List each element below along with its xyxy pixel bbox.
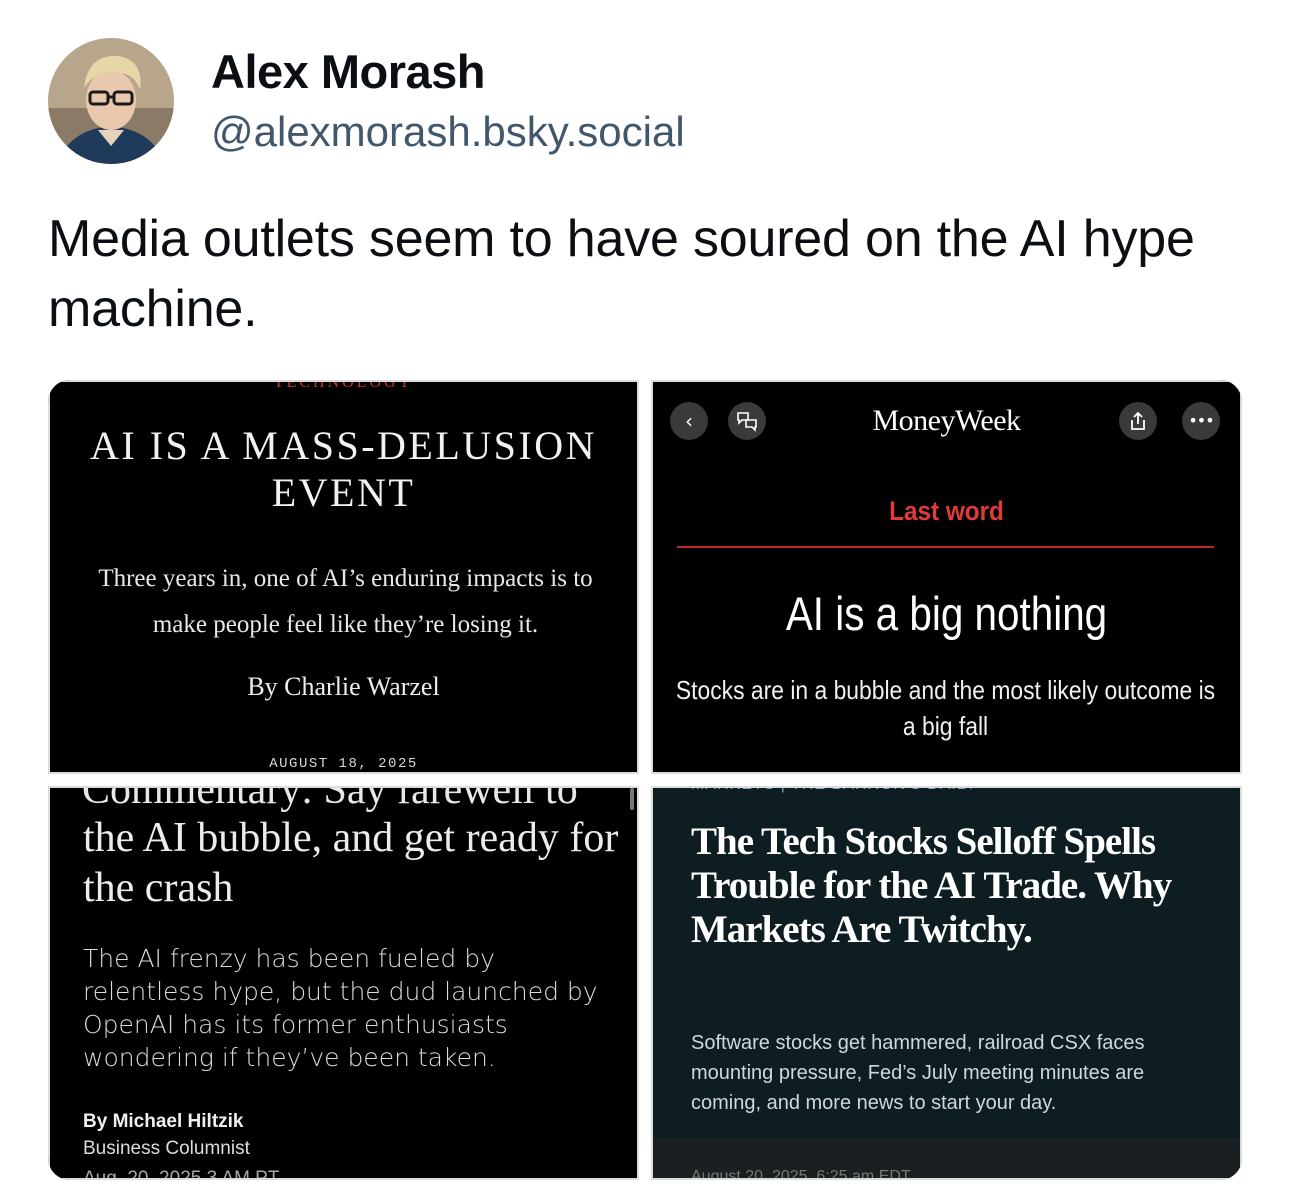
image-moneyweek-article[interactable]: ‹ MoneyWeek ••• Last word AI is a big no…	[651, 380, 1242, 774]
image-atlantic-article[interactable]: TECHNOLOGY AI IS A MASS-DELUSION EVENT T…	[48, 380, 639, 774]
share-icon	[1119, 402, 1157, 440]
article-dek: Software stocks get hammered, railroad C…	[691, 1032, 1145, 1114]
article-headline: AI IS A MASS-DELUSION EVENT	[90, 423, 597, 515]
author-role: Business Columnist	[83, 1138, 250, 1159]
scrollbar	[630, 788, 634, 810]
article-headline: AI is a big nothing	[785, 587, 1108, 640]
article-date: August 20, 2025, 6:25 am EDT	[691, 1168, 911, 1180]
author-display-name[interactable]: Alex Morash	[211, 44, 485, 99]
post-screenshot: Alex Morash @alexmorash.bsky.social Medi…	[0, 0, 1289, 1202]
image-grid: TECHNOLOGY AI IS A MASS-DELUSION EVENT T…	[48, 380, 1242, 1180]
image-barrons-article[interactable]: MARKETS | THE BARRON'S DAILY The Tech St…	[651, 786, 1242, 1180]
article-date: Aug. 20, 2025 3 AM PT	[83, 1168, 280, 1180]
article-dek: Stocks are in a bubble and the most like…	[675, 675, 1216, 741]
image-latimes-article[interactable]: Commentary: Say farewell to the AI bubbl…	[48, 786, 639, 1180]
article-date: AUGUST 18, 2025	[269, 756, 418, 772]
section-divider	[677, 546, 1214, 548]
avatar[interactable]	[48, 38, 174, 164]
headline-cut: Commentary: Say farewell to	[82, 786, 578, 813]
avatar-image	[48, 38, 174, 164]
article-headline: The Tech Stocks Selloff Spells Trouble f…	[691, 820, 1172, 951]
article-author: By Michael Hiltzik	[83, 1111, 244, 1132]
section-label: TECHNOLOGY	[273, 380, 414, 391]
author-handle[interactable]: @alexmorash.bsky.social	[211, 108, 685, 156]
article-dek: The AI frenzy has been fueled by relentl…	[83, 944, 598, 1072]
article-headline: the AI bubble, and get ready for the cra…	[83, 815, 619, 911]
section-label: Last word	[889, 496, 1004, 526]
article-dek: Three years in, one of AI’s enduring imp…	[98, 565, 593, 638]
article-byline: By Charlie Warzel	[247, 672, 440, 701]
post-text: Media outlets seem to have soured on the…	[48, 210, 1195, 338]
section-label: MARKETS | THE BARRON'S DAILY	[691, 788, 977, 794]
ellipsis-icon: •••	[1182, 402, 1220, 440]
